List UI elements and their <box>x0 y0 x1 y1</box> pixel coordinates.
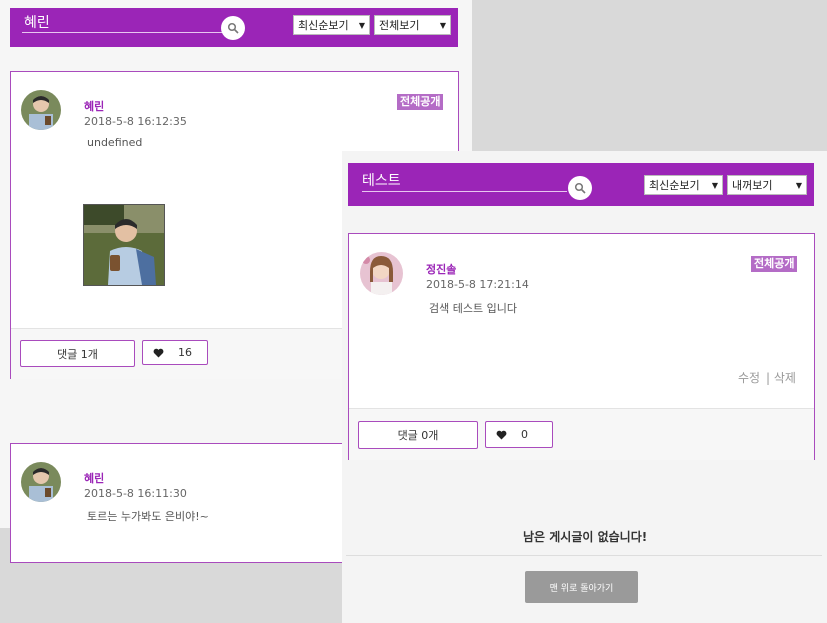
comments-label: 댓글 1개 <box>57 347 98 361</box>
back-to-top-button[interactable]: 맨 위로 돌아가기 <box>525 571 638 603</box>
filter-select-value: 전체보기 <box>379 19 420 32</box>
post-author[interactable]: 혜린 <box>84 470 104 486</box>
right-window: 테스트 최신순보기 ▼ 내꺼보기 ▼ 정진솔 2018-5-8 17:21:14 전… <box>342 151 827 623</box>
dropdown-arrow-icon: ▼ <box>795 181 802 190</box>
dropdown-arrow-icon: ▼ <box>358 21 365 30</box>
comments-button[interactable]: 댓글 0개 <box>358 421 478 449</box>
dropdown-arrow-icon: ▼ <box>439 21 446 30</box>
sort-select-value: 최신순보기 <box>298 19 349 32</box>
divider <box>346 555 822 556</box>
search-button[interactable] <box>221 16 245 40</box>
dropdown-arrow-icon: ▼ <box>711 181 718 190</box>
avatar[interactable] <box>21 462 61 502</box>
post-card: 정진솔 2018-5-8 17:21:14 전체공개 검색 테스트 입니다 수정… <box>348 233 815 460</box>
search-input[interactable]: 테스트 <box>362 170 401 190</box>
filter-select[interactable]: 내꺼보기 ▼ <box>727 175 807 195</box>
like-button[interactable]: 16 <box>142 340 208 365</box>
post-content: 토르는 누가봐도 은비야!~ <box>87 510 209 523</box>
heart-icon <box>153 348 164 358</box>
search-bar: 테스트 최신순보기 ▼ 내꺼보기 ▼ <box>348 163 814 206</box>
avatar[interactable] <box>21 90 61 130</box>
sort-select[interactable]: 최신순보기 ▼ <box>293 15 370 35</box>
comments-label: 댓글 0개 <box>397 429 439 442</box>
visibility-badge: 전체공개 <box>397 94 444 110</box>
search-input[interactable]: 혜린 <box>24 12 50 32</box>
post-content: 검색 테스트 입니다 <box>429 302 517 315</box>
search-icon <box>227 22 239 34</box>
sort-select-value: 최신순보기 <box>649 179 700 192</box>
like-button[interactable]: 0 <box>485 421 553 448</box>
post-date: 2018-5-8 16:11:30 <box>84 487 187 500</box>
search-underline <box>362 191 567 192</box>
comments-button[interactable]: 댓글 1개 <box>20 340 135 367</box>
post-author[interactable]: 정진솔 <box>426 261 456 277</box>
visibility-badge: 전체공개 <box>751 256 798 272</box>
edit-link[interactable]: 수정 <box>738 369 760 386</box>
filter-select[interactable]: 전체보기 ▼ <box>374 15 451 35</box>
search-underline <box>22 32 222 33</box>
post-image[interactable] <box>83 204 165 286</box>
filter-select-value: 내꺼보기 <box>732 179 773 192</box>
post-date: 2018-5-8 16:12:35 <box>84 115 187 128</box>
post-date: 2018-5-8 17:21:14 <box>426 278 529 291</box>
post-content: undefined <box>87 136 143 149</box>
end-of-feed-message: 남은 게시글이 없습니다! <box>523 530 648 544</box>
sort-select[interactable]: 최신순보기 ▼ <box>644 175 723 195</box>
post-footer: 댓글 0개 0 <box>349 408 814 460</box>
search-icon <box>574 182 586 194</box>
back-to-top-label: 맨 위로 돌아가기 <box>549 583 614 594</box>
like-count: 0 <box>521 428 528 441</box>
avatar[interactable] <box>360 252 403 295</box>
like-count: 16 <box>178 346 192 359</box>
post-author[interactable]: 혜린 <box>84 98 104 114</box>
search-button[interactable] <box>568 176 592 200</box>
heart-icon <box>496 430 507 440</box>
search-bar: 혜린 최신순보기 ▼ 전체보기 ▼ <box>10 8 458 47</box>
delete-link[interactable]: | 삭제 <box>766 369 796 386</box>
